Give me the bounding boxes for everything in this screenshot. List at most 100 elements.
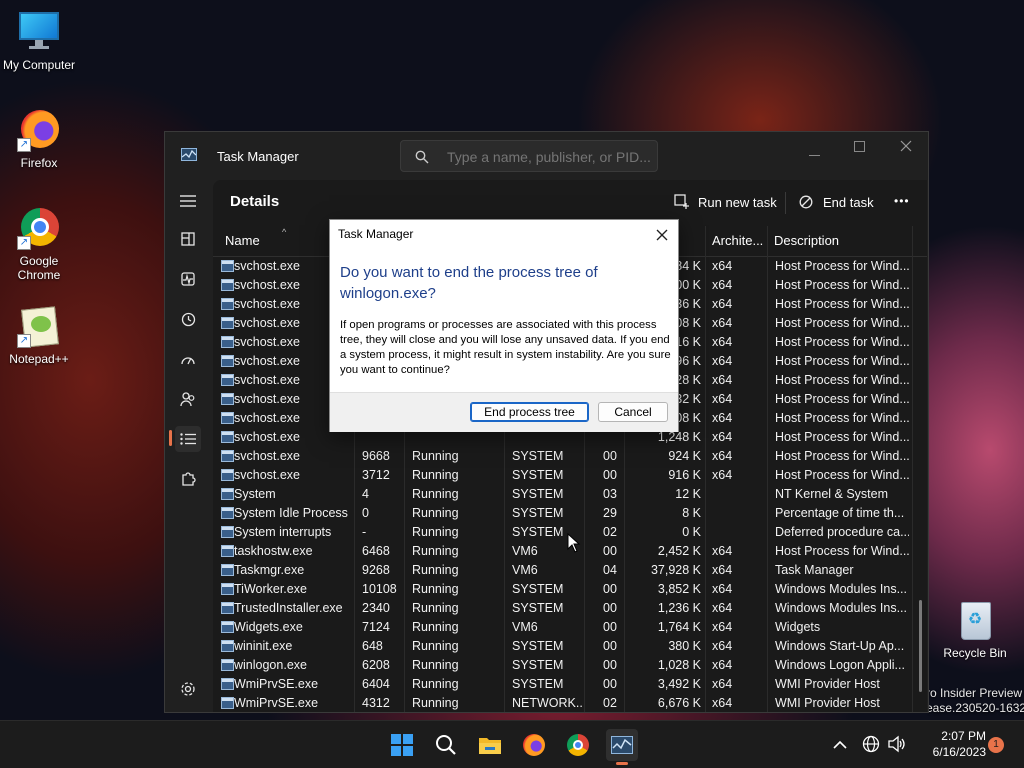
desktop-icon-google-chrome[interactable]: ↗ Google Chrome [1,206,77,282]
search-icon [436,735,456,755]
network-button[interactable] [862,735,882,755]
cell-status: Running [412,639,459,653]
dialog-close-button[interactable] [648,224,676,246]
taskbar-task-manager[interactable] [606,729,638,765]
dialog-title: Task Manager [338,227,414,241]
cell-cpu: 00 [603,468,617,482]
table-row[interactable]: TrustedInstaller.exe 2340 Running SYSTEM 00 1… [213,599,927,618]
task-manager-icon [611,736,633,754]
desktop-icon-label: Notepad++ [9,352,69,366]
table-row[interactable]: svchost.exe 9668 Running SYSTEM 00 924 K x64 Ho… [213,447,927,466]
show-hidden-icons-button[interactable] [830,735,850,755]
end-task-label: End task [823,195,874,210]
cell-architecture: x64 [712,563,733,577]
cell-architecture: x64 [712,639,733,653]
minimize-button[interactable] [793,142,837,170]
process-icon [221,450,234,462]
cell-name: WmiPrvSE.exe [234,696,319,710]
notification-badge[interactable]: 1 [988,737,1004,753]
taskbar-search-button[interactable] [430,729,462,761]
sidebar-item-startup-apps[interactable] [175,346,201,372]
cell-cpu: 02 [603,525,617,539]
cell-description: NT Kernel & System [775,487,889,501]
monitor-icon [17,10,61,54]
taskbar-chrome[interactable] [562,729,594,761]
clock[interactable]: 2:07 PM 6/16/2023 [912,728,986,760]
cell-cpu: 00 [603,601,617,615]
chevron-up-icon [833,740,847,749]
cell-architecture: x64 [712,316,733,330]
column-header-description[interactable]: Description [767,226,912,256]
table-row[interactable]: svchost.exe 3712 Running SYSTEM 00 916 K x64 Ho… [213,466,927,485]
cell-architecture [712,523,762,542]
table-row[interactable]: Taskmgr.exe 9268 Running VM6 04 37,928 K x64 Ta… [213,561,927,580]
cell-status: Running [412,658,459,672]
active-app-indicator [616,762,628,765]
desktop-icon-notepad-plus-plus[interactable]: ↗ Notepad++ [1,304,77,366]
cell-architecture: x64 [712,696,733,710]
desktop-icon-label: Google Chrome [17,254,61,282]
table-row[interactable]: System 4 Running SYSTEM 03 12 K NT Kernel & Sy… [213,485,927,504]
table-row[interactable]: WmiPrvSE.exe 6404 Running SYSTEM 00 3,492 K x6… [213,675,927,694]
cell-pid: 6208 [362,658,390,672]
process-icon [221,393,234,405]
cell-description: Host Process for Wind... [775,544,909,558]
process-icon [221,583,234,595]
hamburger-menu-button[interactable] [175,188,201,214]
process-icon [221,697,234,709]
cancel-button[interactable]: Cancel [598,402,668,422]
chrome-icon: ↗ [17,206,61,250]
cell-status: Running [412,563,459,577]
sidebar-item-app-history[interactable] [175,306,201,332]
maximize-button[interactable] [837,138,881,166]
cell-cpu: 02 [603,696,617,710]
cell-memory: 3,852 K [657,582,701,596]
run-new-task-button[interactable]: Run new task [665,190,777,216]
cell-status: Running [412,677,459,691]
process-icon [221,355,234,367]
search-input[interactable] [445,146,654,168]
settings-button[interactable] [175,676,201,702]
vertical-scrollbar[interactable] [919,600,922,692]
users-icon [180,391,195,406]
notepad-plus-plus-icon: ↗ [17,304,61,348]
cell-name: Taskmgr.exe [234,563,305,577]
sidebar-item-users[interactable] [175,386,201,412]
sidebar-item-details[interactable] [175,426,201,452]
desktop-icon-firefox[interactable]: ↗ Firefox [1,108,77,170]
desktop-icon-my-computer[interactable]: My Computer [1,10,77,72]
search-icon [415,150,429,164]
table-row[interactable]: wininit.exe 648 Running SYSTEM 00 380 K x64 Win… [213,637,927,656]
more-options-button[interactable]: ••• [889,190,919,216]
cell-memory: 0 K [682,525,701,539]
cell-user-name: SYSTEM [512,601,564,615]
cell-description: Host Process for Wind... [775,297,909,311]
cell-status: Running [412,696,459,710]
start-button[interactable] [386,729,418,761]
end-process-tree-button[interactable]: End process tree [470,402,589,422]
table-row[interactable]: TiWorker.exe 10108 Running SYSTEM 00 3,852 K x… [213,580,927,599]
sidebar-item-performance[interactable] [175,266,201,292]
taskbar-file-explorer[interactable] [474,729,506,761]
table-row[interactable]: System Idle Process 0 Running SYSTEM 29 8 K Pe… [213,504,927,523]
table-row[interactable]: Widgets.exe 7124 Running VM6 00 1,764 K x64 Wid… [213,618,927,637]
process-icon [221,564,234,576]
search-box[interactable] [400,140,658,172]
desktop-icon-recycle-bin[interactable]: ♻ Recycle Bin [937,598,1013,660]
cell-pid: 0 [362,506,369,520]
cell-pid: 2340 [362,601,390,615]
column-header-architecture[interactable]: Archite... [705,226,767,256]
close-button[interactable] [883,138,927,166]
table-row[interactable]: winlogon.exe 6208 Running SYSTEM 00 1,028 K x6… [213,656,927,675]
table-row[interactable]: WmiPrvSE.exe 4312 Running NETWORK... 02 6,676… [213,694,927,712]
cell-architecture: x64 [712,449,733,463]
cell-cpu: 00 [603,639,617,653]
title-bar[interactable]: Task Manager [165,132,928,180]
sidebar-item-processes[interactable] [175,226,201,252]
volume-button[interactable] [887,735,907,755]
cell-architecture: x64 [712,468,733,482]
cell-description: Host Process for Wind... [775,259,909,273]
taskbar-firefox[interactable] [518,729,550,761]
end-task-button[interactable]: End task [793,190,883,216]
sidebar-item-services[interactable] [175,466,201,492]
